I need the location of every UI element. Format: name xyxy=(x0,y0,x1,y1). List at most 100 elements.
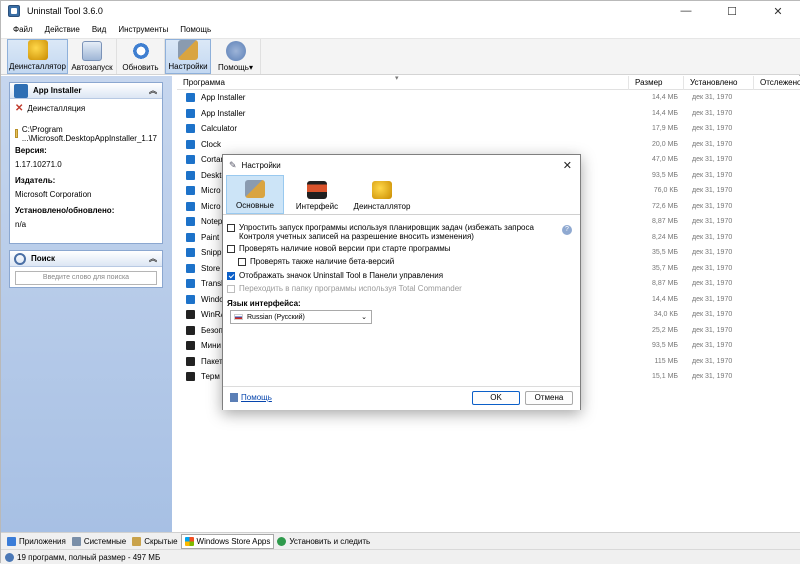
refresh-label: Обновить xyxy=(122,63,159,72)
window-title: Uninstall Tool 3.6.0 xyxy=(27,6,103,16)
app-info-header[interactable]: App Installer ︽ xyxy=(10,83,162,99)
settings-button[interactable]: Настройки xyxy=(165,39,211,74)
minimize-button[interactable]: — xyxy=(663,1,709,21)
tab-uninstaller[interactable]: Деинсталлятор xyxy=(350,175,414,214)
check-beta-checkbox[interactable] xyxy=(238,258,246,266)
uninstaller-button[interactable]: Деинсталлятор xyxy=(7,39,68,74)
check-updates-checkbox[interactable] xyxy=(227,245,235,253)
path-line-2[interactable]: ...\Microsoft.DesktopAppInstaller_1.17 xyxy=(22,134,157,143)
column-program[interactable]: Программа ▾ xyxy=(177,75,629,90)
program-installed-date: дек 31, 1970 xyxy=(692,357,733,365)
program-name: App Installer xyxy=(201,108,246,118)
collapse-icon[interactable]: ︽ xyxy=(148,86,158,96)
table-row[interactable]: App Installer 14,4 МБ дек 31, 1970 xyxy=(177,90,800,106)
program-size: 14,4 МБ xyxy=(652,94,678,102)
maximize-button[interactable]: ☐ xyxy=(709,1,755,21)
version-value: 1.17.10271.0 xyxy=(15,160,62,169)
program-size: 14,4 МБ xyxy=(652,109,678,117)
tab-install-and-trace[interactable]: Установить и следить xyxy=(274,534,373,549)
column-traced[interactable]: Отслежено xyxy=(754,76,800,90)
program-icon xyxy=(186,263,195,273)
option-scheduler[interactable]: Упростить запуск программы используя пла… xyxy=(227,223,534,241)
publisher-value: Microsoft Corporation xyxy=(15,190,92,199)
close-button[interactable]: ✕ xyxy=(755,1,800,21)
search-input[interactable]: Введите слово для поиска xyxy=(15,271,157,285)
refresh-button[interactable]: Обновить xyxy=(117,39,165,74)
option-check-beta[interactable]: Проверять также наличие бета-версий xyxy=(238,257,394,266)
program-installed-date: дек 31, 1970 xyxy=(692,249,733,257)
program-size: 35,7 МБ xyxy=(652,264,678,272)
tab-interface[interactable]: Интерфейс xyxy=(288,175,346,214)
status-text: 19 программ, полный размер - 497 МБ xyxy=(17,552,161,562)
program-icon xyxy=(186,201,195,211)
program-installed-date: дек 31, 1970 xyxy=(692,94,733,102)
option-check-updates[interactable]: Проверять наличие новой версии при старт… xyxy=(227,244,451,253)
program-size: 35,5 МБ xyxy=(652,249,678,257)
hidden-icon xyxy=(132,536,142,546)
help-button[interactable]: Помощь▾ xyxy=(211,39,261,74)
tab-applications[interactable]: Приложения xyxy=(4,534,69,549)
version-label: Версия: xyxy=(15,146,47,155)
scheduler-checkbox[interactable] xyxy=(227,224,235,232)
sidebar: App Installer ︽ ✕ Деинсталляция C:\Progr… xyxy=(1,76,172,532)
app-info-panel: App Installer ︽ ✕ Деинсталляция C:\Progr… xyxy=(9,82,163,244)
option-control-panel-icon[interactable]: Отображать значок Uninstall Tool в Панел… xyxy=(227,271,443,280)
program-installed-date: дек 31, 1970 xyxy=(692,280,733,288)
cancel-button[interactable]: Отмена xyxy=(525,391,573,405)
ok-button[interactable]: OK xyxy=(472,391,520,405)
dialog-title-bar: ✎ Настройки xyxy=(223,155,580,175)
help-circle-icon[interactable]: ? xyxy=(562,225,572,235)
program-icon xyxy=(186,372,195,382)
dialog-title: Настройки xyxy=(241,160,281,170)
program-installed-date: дек 31, 1970 xyxy=(692,326,733,334)
app-icon xyxy=(8,5,20,17)
menu-help[interactable]: Помощь xyxy=(174,25,217,34)
program-icon xyxy=(186,93,195,103)
tab-system[interactable]: Системные xyxy=(69,534,129,549)
program-size: 76,0 КБ xyxy=(653,187,678,195)
program-name: Paint xyxy=(201,232,220,242)
language-select[interactable]: Russian (Русский) ⌄ xyxy=(230,310,372,324)
program-installed-date: дек 31, 1970 xyxy=(692,171,733,179)
uninstall-link-row[interactable]: ✕ Деинсталляция xyxy=(10,99,162,115)
search-header[interactable]: Поиск ︽ xyxy=(10,251,162,267)
program-installed-date: дек 31, 1970 xyxy=(692,125,733,133)
info-icon xyxy=(5,552,14,562)
menu-tools[interactable]: Инструменты xyxy=(112,25,174,34)
column-program-label: Программа xyxy=(183,77,225,87)
program-name: Transl xyxy=(201,279,223,289)
menu-action[interactable]: Действие xyxy=(39,25,86,34)
table-row[interactable]: Calculator 17,9 МБ дек 31, 1970 xyxy=(177,121,800,137)
control-panel-checkbox[interactable] xyxy=(227,272,235,280)
uninstall-link[interactable]: Деинсталляция xyxy=(27,104,85,113)
column-size[interactable]: Размер xyxy=(629,75,684,90)
help-book-icon xyxy=(230,393,238,402)
option-check-updates-label: Проверять наличие новой версии при старт… xyxy=(239,244,451,253)
toolbar: Деинсталлятор Автозапуск Обновить Настро… xyxy=(1,38,800,75)
program-name-cell: Clock xyxy=(177,139,629,149)
dialog-close-icon[interactable]: ✕ xyxy=(563,159,572,172)
install-trace-icon xyxy=(277,536,287,546)
table-row[interactable]: App Installer 14,4 МБ дек 31, 1970 xyxy=(177,106,800,122)
menu-view[interactable]: Вид xyxy=(86,25,112,34)
dialog-help-link[interactable]: Помощь xyxy=(230,393,272,402)
table-row[interactable]: Clock 20,0 МБ дек 31, 1970 xyxy=(177,137,800,153)
uninstaller-icon xyxy=(27,40,48,60)
tab-windows-store-apps[interactable]: Windows Store Apps xyxy=(180,533,275,549)
option-scheduler-line-2: Контроля учетных записей на разрешение в… xyxy=(239,232,474,241)
autorun-button[interactable]: Автозапуск xyxy=(68,39,117,74)
program-size: 8,24 МБ xyxy=(652,233,678,241)
tab-hidden[interactable]: Скрытые xyxy=(129,534,180,549)
program-size: 14,4 МБ xyxy=(652,295,678,303)
dialog-help-label: Помощь xyxy=(241,393,272,402)
program-installed-date: дек 31, 1970 xyxy=(692,140,733,148)
program-installed-date: дек 31, 1970 xyxy=(692,218,733,226)
path-line-1[interactable]: C:\Program xyxy=(22,125,157,134)
column-installed[interactable]: Установлено xyxy=(684,75,754,90)
collapse-search-icon[interactable]: ︽ xyxy=(148,254,158,264)
menu-bar: Файл Действие Вид Инструменты Помощь xyxy=(1,21,800,38)
menu-file[interactable]: Файл xyxy=(7,25,39,34)
list-header: Программа ▾ Размер Установлено Отслежено xyxy=(177,75,800,90)
program-installed-date: дек 31, 1970 xyxy=(692,342,733,350)
tab-general[interactable]: Основные xyxy=(226,175,284,214)
